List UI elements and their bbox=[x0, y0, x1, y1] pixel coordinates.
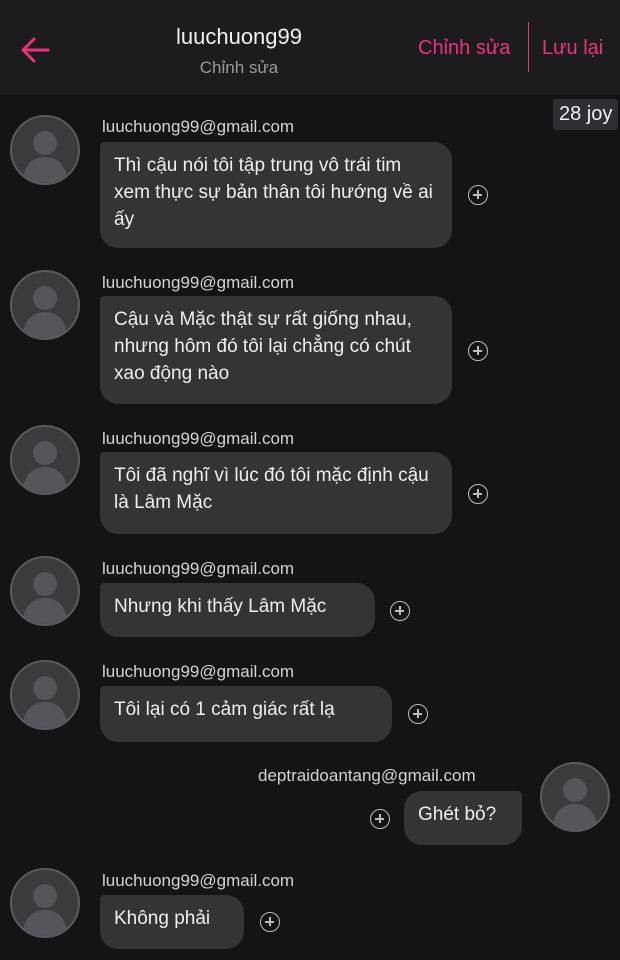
message-bubble[interactable]: Tôi lại có 1 cảm giác rất lạ bbox=[100, 686, 392, 742]
user-silhouette-icon bbox=[22, 884, 68, 936]
sender-email: luuchuong99@gmail.com bbox=[102, 871, 295, 890]
sender-avatar[interactable] bbox=[10, 115, 80, 185]
self-avatar[interactable] bbox=[540, 762, 610, 832]
sender-avatar[interactable] bbox=[10, 270, 80, 340]
sender-email: deptraidoantang@gmail.com bbox=[258, 766, 476, 785]
edit-button[interactable]: Chỉnh sửa bbox=[418, 37, 510, 60]
user-silhouette-icon bbox=[22, 131, 68, 183]
message-bubble[interactable]: Thì cậu nói tôi tập trung vô trái tim xe… bbox=[100, 142, 452, 248]
message-bubble[interactable]: Nhưng khi thấy Lâm Mặc bbox=[100, 583, 375, 637]
add-reaction-icon[interactable] bbox=[468, 185, 488, 205]
app-header: luuchuong99 Chỉnh sửa Chỉnh sửa Lưu lại bbox=[0, 0, 620, 95]
add-reaction-icon[interactable] bbox=[370, 809, 390, 829]
sender-avatar[interactable] bbox=[10, 660, 80, 730]
save-button[interactable]: Lưu lại bbox=[542, 37, 603, 60]
joy-counter-badge: 28 joy bbox=[553, 99, 619, 130]
sender-avatar[interactable] bbox=[10, 425, 80, 495]
sender-email: luuchuong99@gmail.com bbox=[102, 117, 295, 136]
add-reaction-icon[interactable] bbox=[468, 341, 488, 361]
add-reaction-icon[interactable] bbox=[468, 484, 488, 504]
header-divider bbox=[528, 22, 529, 72]
user-silhouette-icon bbox=[22, 441, 68, 493]
message-bubble[interactable]: Cậu và Mặc thật sự rất giống nhau, nhưng… bbox=[100, 296, 452, 404]
user-silhouette-icon bbox=[22, 286, 68, 338]
conversation-title: luuchuong99 bbox=[175, 24, 302, 49]
message-bubble[interactable]: Tôi đã nghĩ vì lúc đó tôi mặc định cậu l… bbox=[100, 452, 452, 534]
add-reaction-icon[interactable] bbox=[260, 912, 280, 932]
user-silhouette-icon bbox=[22, 572, 68, 624]
sender-email: luuchuong99@gmail.com bbox=[102, 429, 295, 448]
sender-email: luuchuong99@gmail.com bbox=[102, 662, 295, 681]
message-bubble[interactable]: Ghét bỏ? bbox=[404, 791, 522, 845]
sender-email: luuchuong99@gmail.com bbox=[102, 559, 295, 578]
user-silhouette-icon bbox=[22, 676, 68, 728]
add-reaction-icon[interactable] bbox=[408, 704, 428, 724]
sender-avatar[interactable] bbox=[10, 556, 80, 626]
sender-email: luuchuong99@gmail.com bbox=[102, 273, 295, 292]
user-silhouette-icon bbox=[552, 778, 598, 830]
conversation-subtitle: Chỉnh sửa bbox=[199, 58, 279, 77]
message-bubble[interactable]: Không phải bbox=[100, 895, 244, 949]
add-reaction-icon[interactable] bbox=[390, 601, 410, 621]
sender-avatar[interactable] bbox=[10, 868, 80, 938]
